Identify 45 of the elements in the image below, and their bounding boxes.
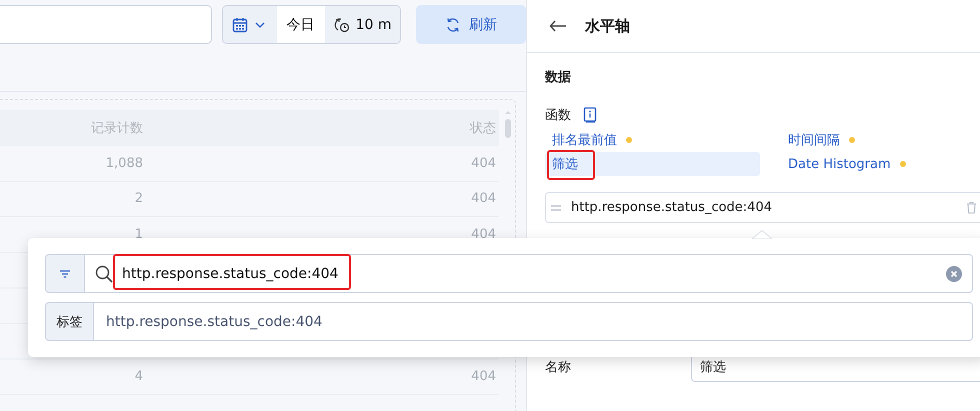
calendar-icon	[232, 16, 248, 32]
label-field[interactable]: http.response.status_code:404	[93, 302, 973, 341]
table-cell-text: 404	[470, 156, 497, 171]
date-picker-button[interactable]	[222, 6, 277, 43]
status-dot	[900, 161, 906, 167]
filter-item[interactable]: http.response.status_code:404	[545, 192, 980, 223]
refresh-interval-button[interactable]: 10 m	[324, 6, 400, 43]
section-title: 数据	[545, 69, 572, 86]
panel-title: 水平轴	[585, 16, 630, 36]
trash-icon[interactable]	[966, 201, 977, 214]
function-option[interactable]: 排名最前值	[545, 128, 624, 152]
table-cell-text: 404	[470, 226, 497, 242]
table-cell-text: 1,088	[104, 156, 143, 171]
function-option[interactable]: 时间间隔	[781, 128, 847, 152]
label-addon: 标签	[45, 302, 93, 341]
filter-icon	[60, 270, 70, 278]
clock-refresh-icon	[334, 16, 350, 32]
status-dot	[626, 137, 632, 143]
field-label: 名称	[545, 358, 572, 376]
column-header: 记录计数	[90, 120, 143, 137]
filter-query: http.response.status_code:404	[571, 200, 773, 215]
clear-icon[interactable]	[946, 266, 962, 282]
function-option[interactable]: Date Histogram	[781, 152, 898, 176]
table-cell-text: 404	[470, 191, 497, 206]
query-text: http.response.status_code:404	[122, 266, 338, 282]
refresh-button[interactable]: 刷新	[416, 5, 526, 44]
filter-button[interactable]	[45, 254, 84, 293]
book-info-icon[interactable]	[583, 107, 597, 123]
table-cell-text: 2	[134, 191, 143, 206]
column-header: 状态	[468, 120, 497, 137]
scrollbar-drawing[interactable]	[504, 108, 512, 138]
refresh-icon	[445, 16, 462, 32]
status-dot	[849, 137, 855, 143]
chevron-down-icon	[254, 20, 265, 28]
table-cell-text: 4	[134, 369, 143, 384]
field-label: 函数	[545, 107, 571, 124]
search-icon	[95, 264, 113, 282]
back-arrow-icon[interactable]	[549, 20, 567, 32]
table-cell-text: 1	[134, 226, 143, 242]
drag-handle-icon[interactable]	[551, 204, 561, 210]
query-field[interactable]: http.response.status_code:404	[84, 254, 973, 293]
search-field[interactable]	[0, 5, 212, 44]
date-range-label[interactable]: 今日	[276, 6, 325, 43]
table-cell-text: 404	[470, 369, 497, 384]
function-option[interactable]: 筛选	[545, 152, 760, 176]
